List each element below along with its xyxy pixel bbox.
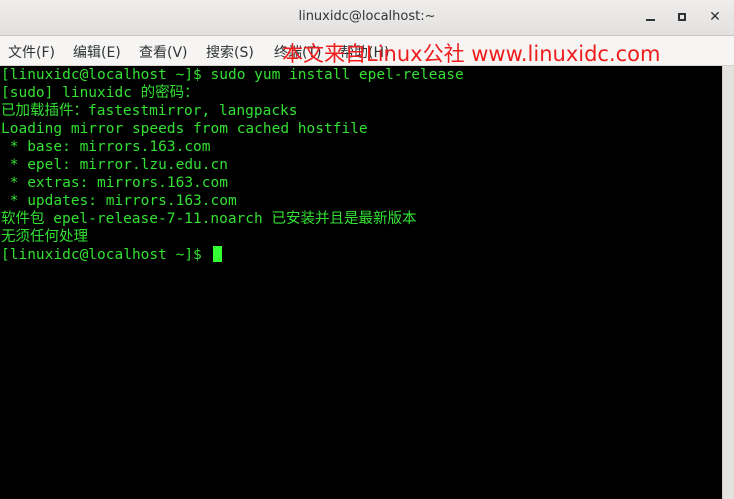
terminal-scrollbar[interactable] xyxy=(722,66,734,499)
terminal-line: * base: mirrors.163.com xyxy=(1,139,211,155)
terminal-line: 已加载插件：fastestmirror, langpacks xyxy=(1,103,298,119)
terminal-prompt-line: [linuxidc@localhost ~]$ xyxy=(1,246,222,264)
terminal-line: * extras: mirrors.163.com xyxy=(1,175,228,191)
terminal-line: [linuxidc@localhost ~]$ sudo yum install… xyxy=(1,67,464,83)
terminal-line: [sudo] linuxidc 的密码： xyxy=(1,85,199,101)
title-bar[interactable]: linuxidc@localhost:~ ✕ xyxy=(0,0,734,36)
maximize-icon xyxy=(678,13,686,21)
minimize-icon xyxy=(645,19,655,21)
terminal-line: Loading mirror speeds from cached hostfi… xyxy=(1,121,368,137)
terminal-line: 无须任何处理 xyxy=(1,229,88,245)
terminal-line: 软件包 epel-release-7-11.noarch 已安装并且是最新版本 xyxy=(1,211,417,227)
terminal-line: * epel: mirror.lzu.edu.cn xyxy=(1,157,228,173)
terminal-window: linuxidc@localhost:~ ✕ 文件(F) 编辑(E) 查看(V)… xyxy=(0,0,734,499)
terminal-line: * updates: mirrors.163.com xyxy=(1,193,237,209)
terminal-output[interactable]: [linuxidc@localhost ~]$ sudo yum install… xyxy=(0,66,722,499)
terminal-cursor xyxy=(212,246,222,262)
maximize-button[interactable] xyxy=(671,6,693,28)
window-title: linuxidc@localhost:~ xyxy=(298,9,436,24)
menu-edit[interactable]: 编辑(E) xyxy=(73,42,121,62)
menu-search[interactable]: 搜索(S) xyxy=(206,42,254,62)
terminal-prompt: [linuxidc@localhost ~]$ xyxy=(1,247,211,263)
menu-view[interactable]: 查看(V) xyxy=(139,42,188,62)
menu-file[interactable]: 文件(F) xyxy=(8,42,55,62)
minimize-button[interactable] xyxy=(639,6,661,28)
close-button[interactable]: ✕ xyxy=(704,6,726,28)
close-icon: ✕ xyxy=(709,9,721,25)
watermark-text: 本文来自Linux公社 www.linuxidc.com xyxy=(282,42,661,66)
